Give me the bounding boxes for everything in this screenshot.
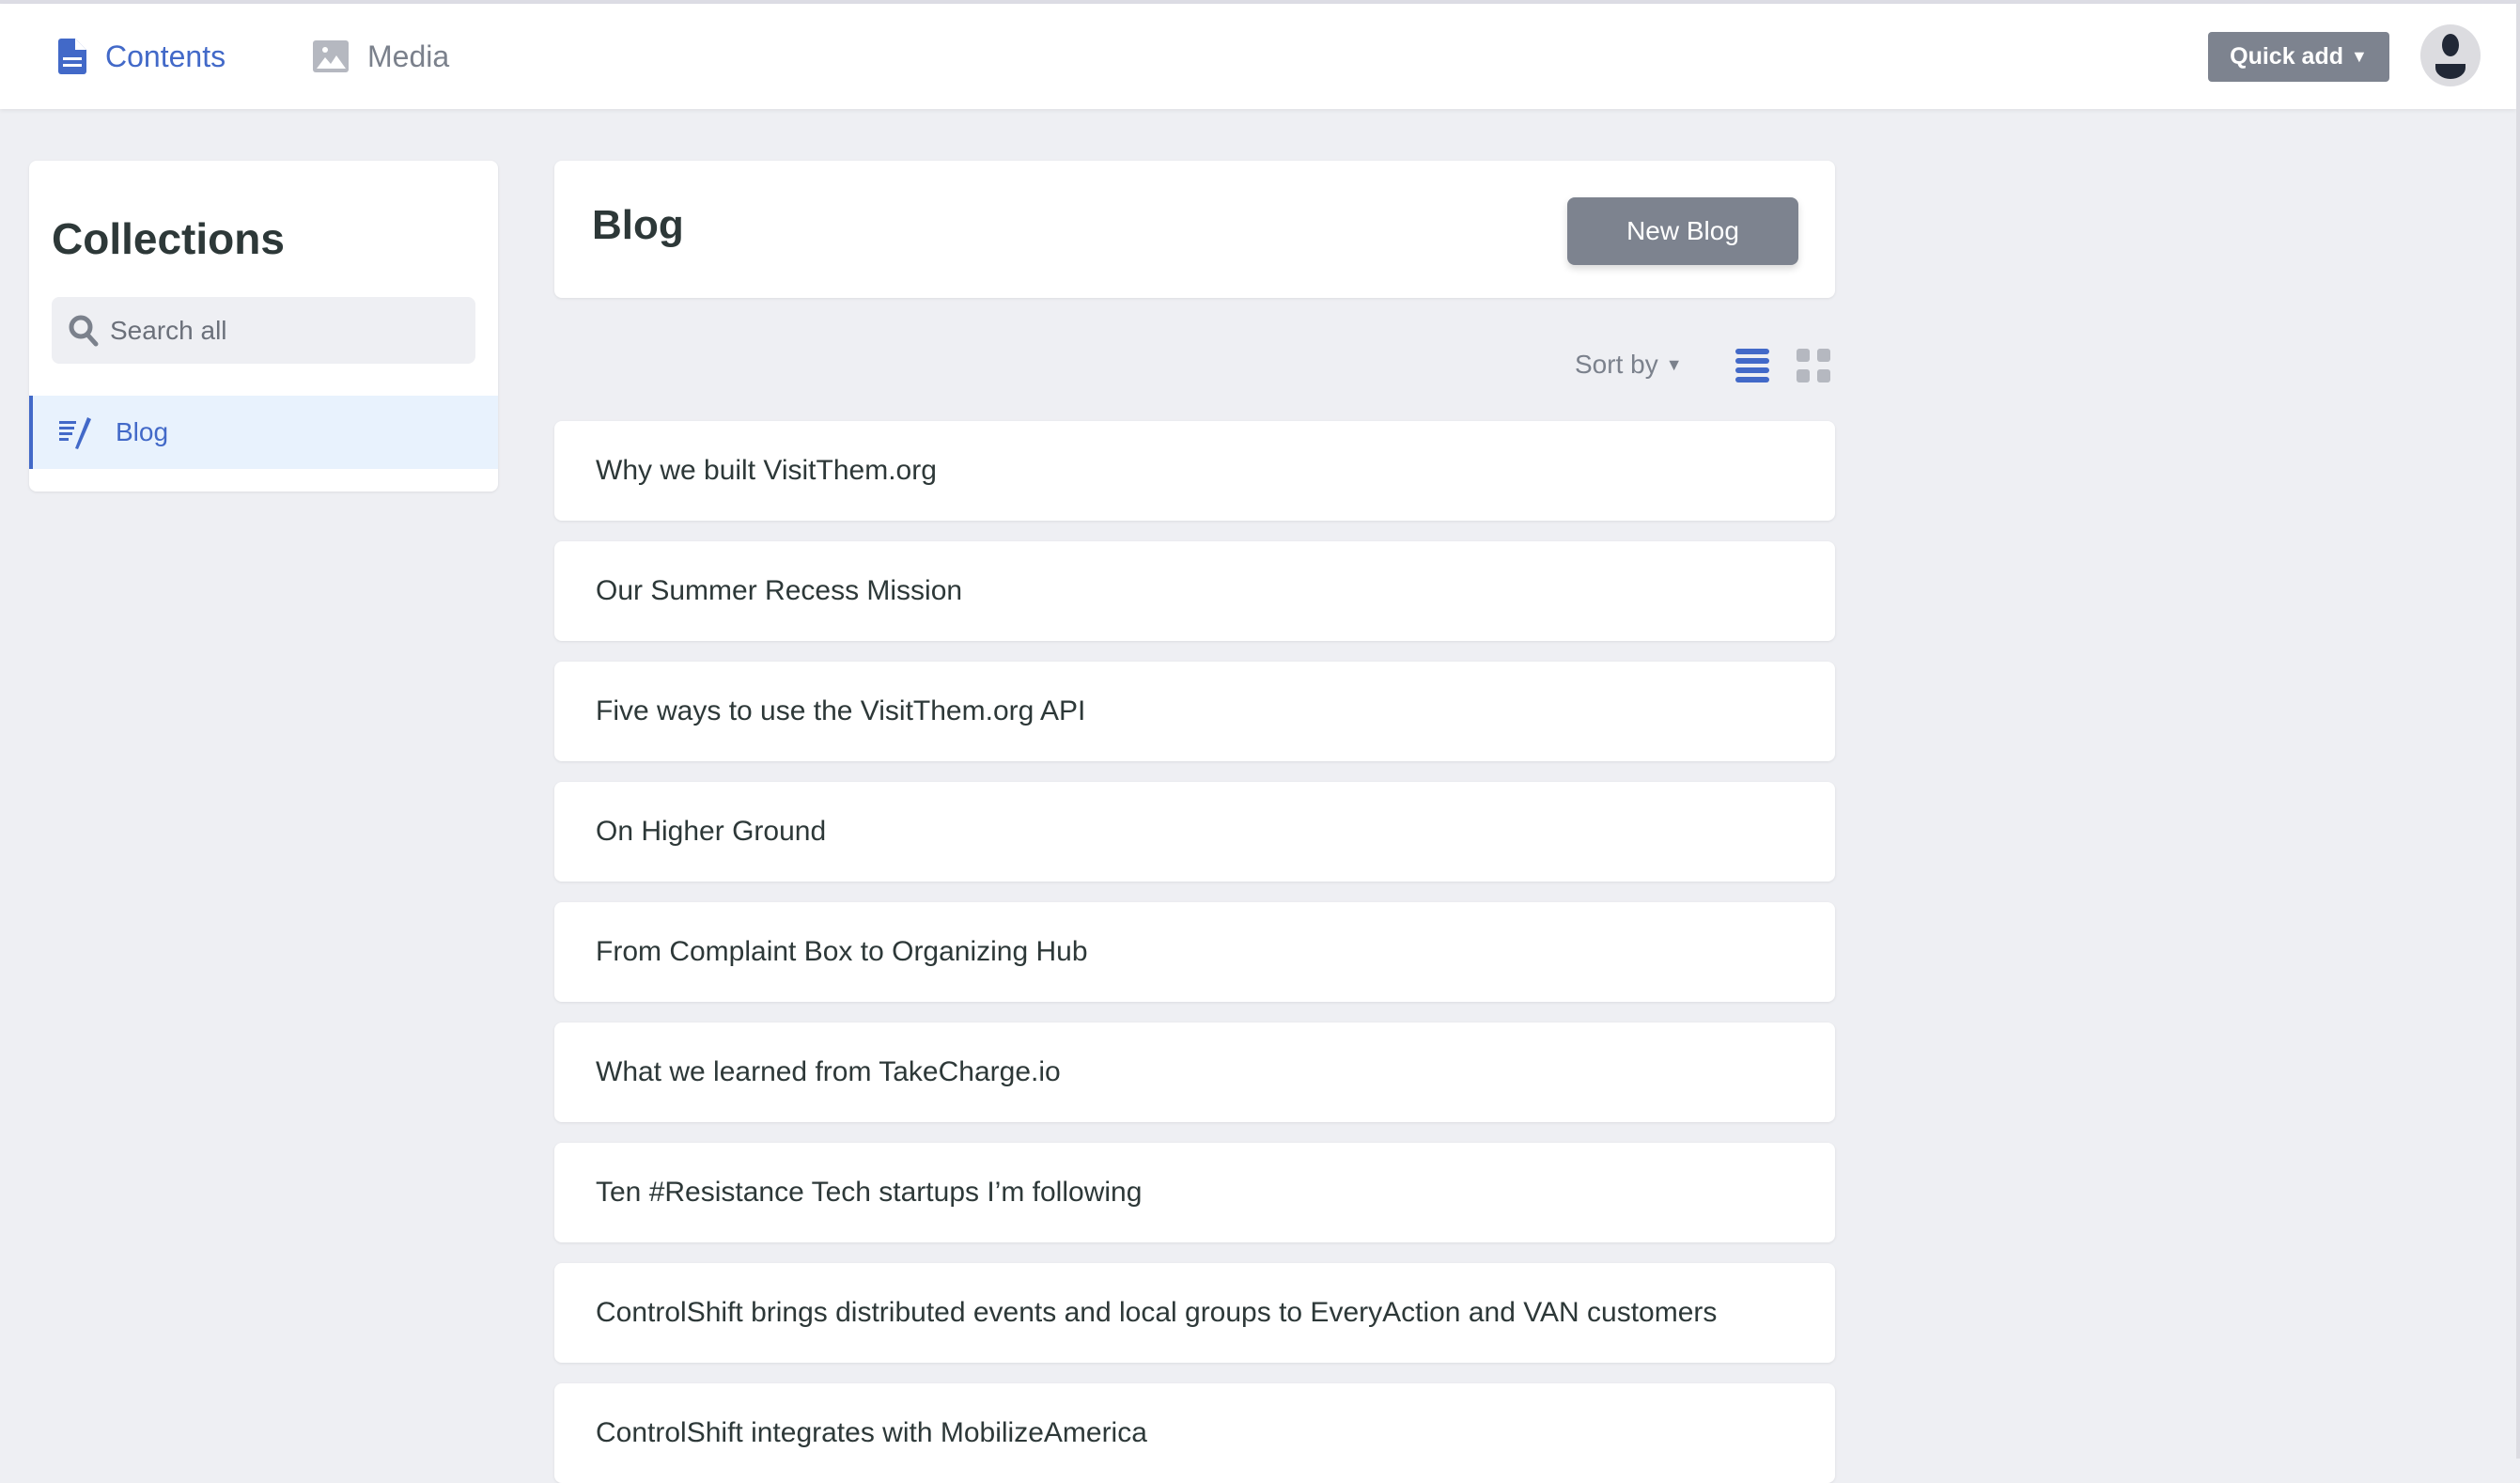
image-icon: [313, 40, 349, 72]
entry-title: From Complaint Box to Organizing Hub: [596, 936, 1088, 967]
document-icon: [58, 39, 86, 74]
list-item[interactable]: Five ways to use the VisitThem.org API: [554, 662, 1835, 761]
new-blog-button[interactable]: New Blog: [1567, 197, 1798, 265]
nav-contents-label: Contents: [105, 39, 226, 73]
entry-title: Why we built VisitThem.org: [596, 455, 937, 486]
entry-title: Ten #Resistance Tech startups I’m follow…: [596, 1177, 1143, 1208]
page-title: Blog: [592, 202, 684, 248]
list-view-icon[interactable]: [1735, 349, 1769, 382]
sidebar-item-label: Blog: [116, 417, 169, 446]
nav-media-label: Media: [367, 39, 450, 73]
search-input[interactable]: [110, 315, 448, 346]
list-item[interactable]: On Higher Ground: [554, 782, 1835, 882]
list-item[interactable]: Our Summer Recess Mission: [554, 541, 1835, 641]
blog-header-card: Blog New Blog: [554, 161, 1835, 298]
list-item[interactable]: From Complaint Box to Organizing Hub: [554, 902, 1835, 1002]
top-nav-bar: Contents Media Quick add ▼: [0, 4, 2516, 109]
blog-icon: [59, 417, 91, 449]
collections-title: Collections: [52, 214, 285, 263]
entry-title: What we learned from TakeCharge.io: [596, 1056, 1061, 1087]
nav-contents[interactable]: Contents: [58, 4, 226, 109]
entry-title: On Higher Ground: [596, 816, 827, 847]
quick-add-button[interactable]: Quick add ▼: [2208, 32, 2389, 82]
caret-down-icon: ▼: [1665, 354, 1683, 374]
user-avatar[interactable]: [2420, 24, 2481, 86]
list-item[interactable]: What we learned from TakeCharge.io: [554, 1022, 1835, 1122]
entry-title: ControlShift brings distributed events a…: [596, 1297, 1718, 1328]
list-item[interactable]: Why we built VisitThem.org: [554, 421, 1835, 521]
sort-by-label: Sort by: [1575, 350, 1658, 379]
sort-by-dropdown[interactable]: Sort by ▼: [1575, 350, 1683, 380]
nav-media[interactable]: Media: [313, 4, 449, 109]
window-right-border: [2516, 0, 2520, 1459]
list-item[interactable]: ControlShift integrates with MobilizeAme…: [554, 1383, 1835, 1483]
search-box[interactable]: [52, 297, 475, 364]
search-icon: [69, 315, 99, 346]
caret-down-icon: ▼: [2351, 47, 2368, 66]
entry-title: ControlShift integrates with MobilizeAme…: [596, 1417, 1147, 1448]
quick-add-label: Quick add: [2230, 43, 2344, 70]
entry-title: Five ways to use the VisitThem.org API: [596, 695, 1086, 726]
user-icon: [2435, 34, 2466, 79]
list-item[interactable]: Ten #Resistance Tech startups I’m follow…: [554, 1143, 1835, 1242]
entry-title: Our Summer Recess Mission: [596, 575, 963, 606]
collections-sidebar: Collections Blog: [29, 161, 498, 492]
list-item[interactable]: ControlShift brings distributed events a…: [554, 1263, 1835, 1363]
sidebar-item-blog[interactable]: Blog: [29, 396, 498, 469]
grid-view-icon[interactable]: [1797, 349, 1830, 382]
